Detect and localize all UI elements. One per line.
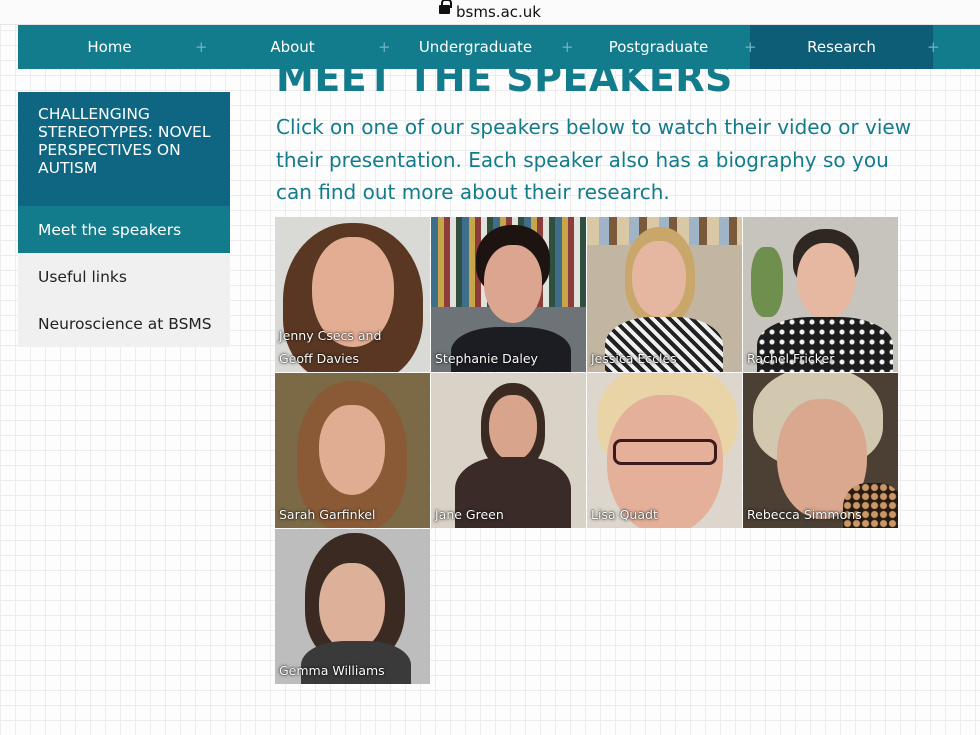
speaker-card-stephanie-daley[interactable]: Stephanie Daley: [431, 217, 586, 372]
speaker-name: Rebecca Simmons: [747, 507, 862, 522]
speaker-grid: Jenny Csecs and Geoff Davies Stephanie D…: [275, 217, 898, 684]
nav-research[interactable]: Research +: [750, 25, 940, 69]
speaker-card-jane-green[interactable]: Jane Green: [431, 373, 586, 528]
speaker-name: Sarah Garfinkel: [279, 507, 376, 522]
speaker-name: Rachel Fricker: [747, 351, 835, 366]
nav-home-label: Home: [87, 38, 132, 56]
speaker-name: Jenny Csecs and Geoff Davies: [279, 328, 382, 366]
plus-icon[interactable]: +: [561, 39, 574, 55]
lock-icon: [439, 0, 453, 16]
nav-home[interactable]: Home +: [18, 25, 207, 69]
sidebar-heading[interactable]: CHALLENGING STEREOTYPES: NOVEL PERSPECTI…: [18, 92, 230, 206]
url-text: bsms.ac.uk: [456, 3, 541, 21]
speaker-card-lisa-quadt[interactable]: Lisa Quadt: [587, 373, 742, 528]
nav-research-label: Research: [807, 38, 876, 56]
sidebar-item-meet-the-speakers[interactable]: Meet the speakers: [18, 206, 230, 253]
speaker-name: Jane Green: [435, 507, 504, 522]
plus-icon[interactable]: +: [744, 39, 757, 55]
nav-about-label: About: [270, 38, 315, 56]
plus-icon[interactable]: +: [927, 39, 940, 55]
sidebar-item-label: Neuroscience at BSMS: [38, 314, 212, 333]
speaker-card-sarah-garfinkel[interactable]: Sarah Garfinkel: [275, 373, 430, 528]
page-title: MEET THE SPEAKERS: [276, 56, 733, 100]
intro-text: Click on one of our speakers below to wa…: [276, 115, 912, 204]
sidebar-item-neuroscience-at-bsms[interactable]: Neuroscience at BSMS: [18, 300, 230, 347]
speaker-name: Stephanie Daley: [435, 351, 538, 366]
speaker-name: Lisa Quadt: [591, 507, 658, 522]
nav-postgraduate-label: Postgraduate: [608, 38, 709, 56]
speaker-card-gemma-williams[interactable]: Gemma Williams: [275, 529, 430, 684]
sidebar: CHALLENGING STEREOTYPES: NOVEL PERSPECTI…: [18, 92, 230, 347]
speaker-card-rachel-fricker[interactable]: Rachel Fricker: [743, 217, 898, 372]
speaker-card-rebecca-simmons[interactable]: Rebecca Simmons: [743, 373, 898, 528]
speaker-card-jenny-csecs-and-geoff-davies[interactable]: Jenny Csecs and Geoff Davies: [275, 217, 430, 372]
plus-icon[interactable]: +: [378, 39, 391, 55]
sidebar-item-useful-links[interactable]: Useful links: [18, 253, 230, 300]
plus-icon[interactable]: +: [195, 39, 208, 55]
speaker-name: Jessica Eccles: [591, 351, 677, 366]
nav-undergraduate-label: Undergraduate: [418, 38, 533, 56]
speaker-card-jessica-eccles[interactable]: Jessica Eccles: [587, 217, 742, 372]
speaker-name: Gemma Williams: [279, 663, 385, 678]
sidebar-item-label: Meet the speakers: [38, 220, 182, 239]
browser-url-bar[interactable]: bsms.ac.uk: [0, 0, 980, 25]
sidebar-item-label: Useful links: [38, 267, 127, 286]
